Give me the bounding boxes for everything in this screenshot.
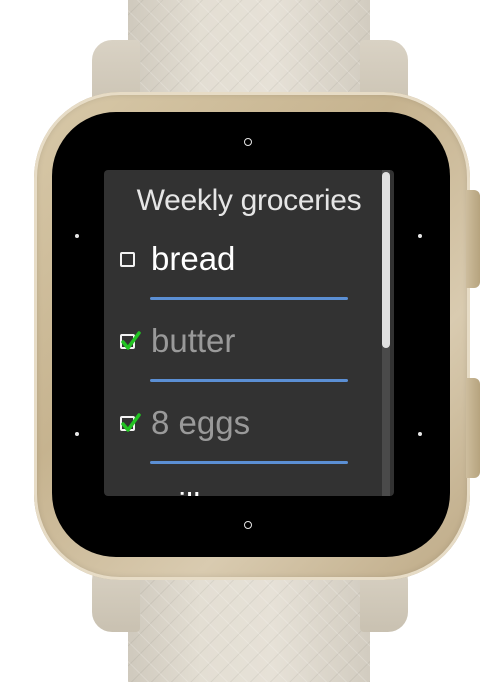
list-item-label: butter [151,322,236,359]
bezel-marker-bottom [244,521,252,529]
bezel-marker-top [244,138,252,146]
checkbox-checked-icon[interactable] [120,413,141,432]
list-divider [150,297,348,300]
list-item[interactable]: bread [120,236,380,296]
list-item-label: 8 eggs [151,404,251,441]
list-title: Weekly groceries [136,184,362,217]
watch-mockup: Weekly groceries bread butter 8 eggs milk [0,0,500,682]
list-item[interactable]: butter [120,318,380,378]
watch-button-lower[interactable] [466,378,480,478]
list-divider [150,461,348,464]
list-item[interactable]: milk [120,482,380,496]
checkbox-checked-icon[interactable] [120,331,141,350]
bezel-marker [75,234,79,238]
watch-screen: Weekly groceries bread butter 8 eggs milk [104,170,394,496]
scrollbar-thumb[interactable] [382,172,390,348]
list-divider [150,379,348,382]
checkmark-icon [121,331,141,350]
list-item-label: bread [151,240,236,277]
bezel-marker [418,432,422,436]
bezel-marker [75,432,79,436]
watch-button-upper[interactable] [466,190,480,288]
list-item-label: milk [151,486,210,496]
list-item[interactable]: 8 eggs [120,400,380,460]
bezel-marker [418,234,422,238]
checkmark-icon [121,413,141,432]
checkbox-empty-icon[interactable] [120,252,135,267]
